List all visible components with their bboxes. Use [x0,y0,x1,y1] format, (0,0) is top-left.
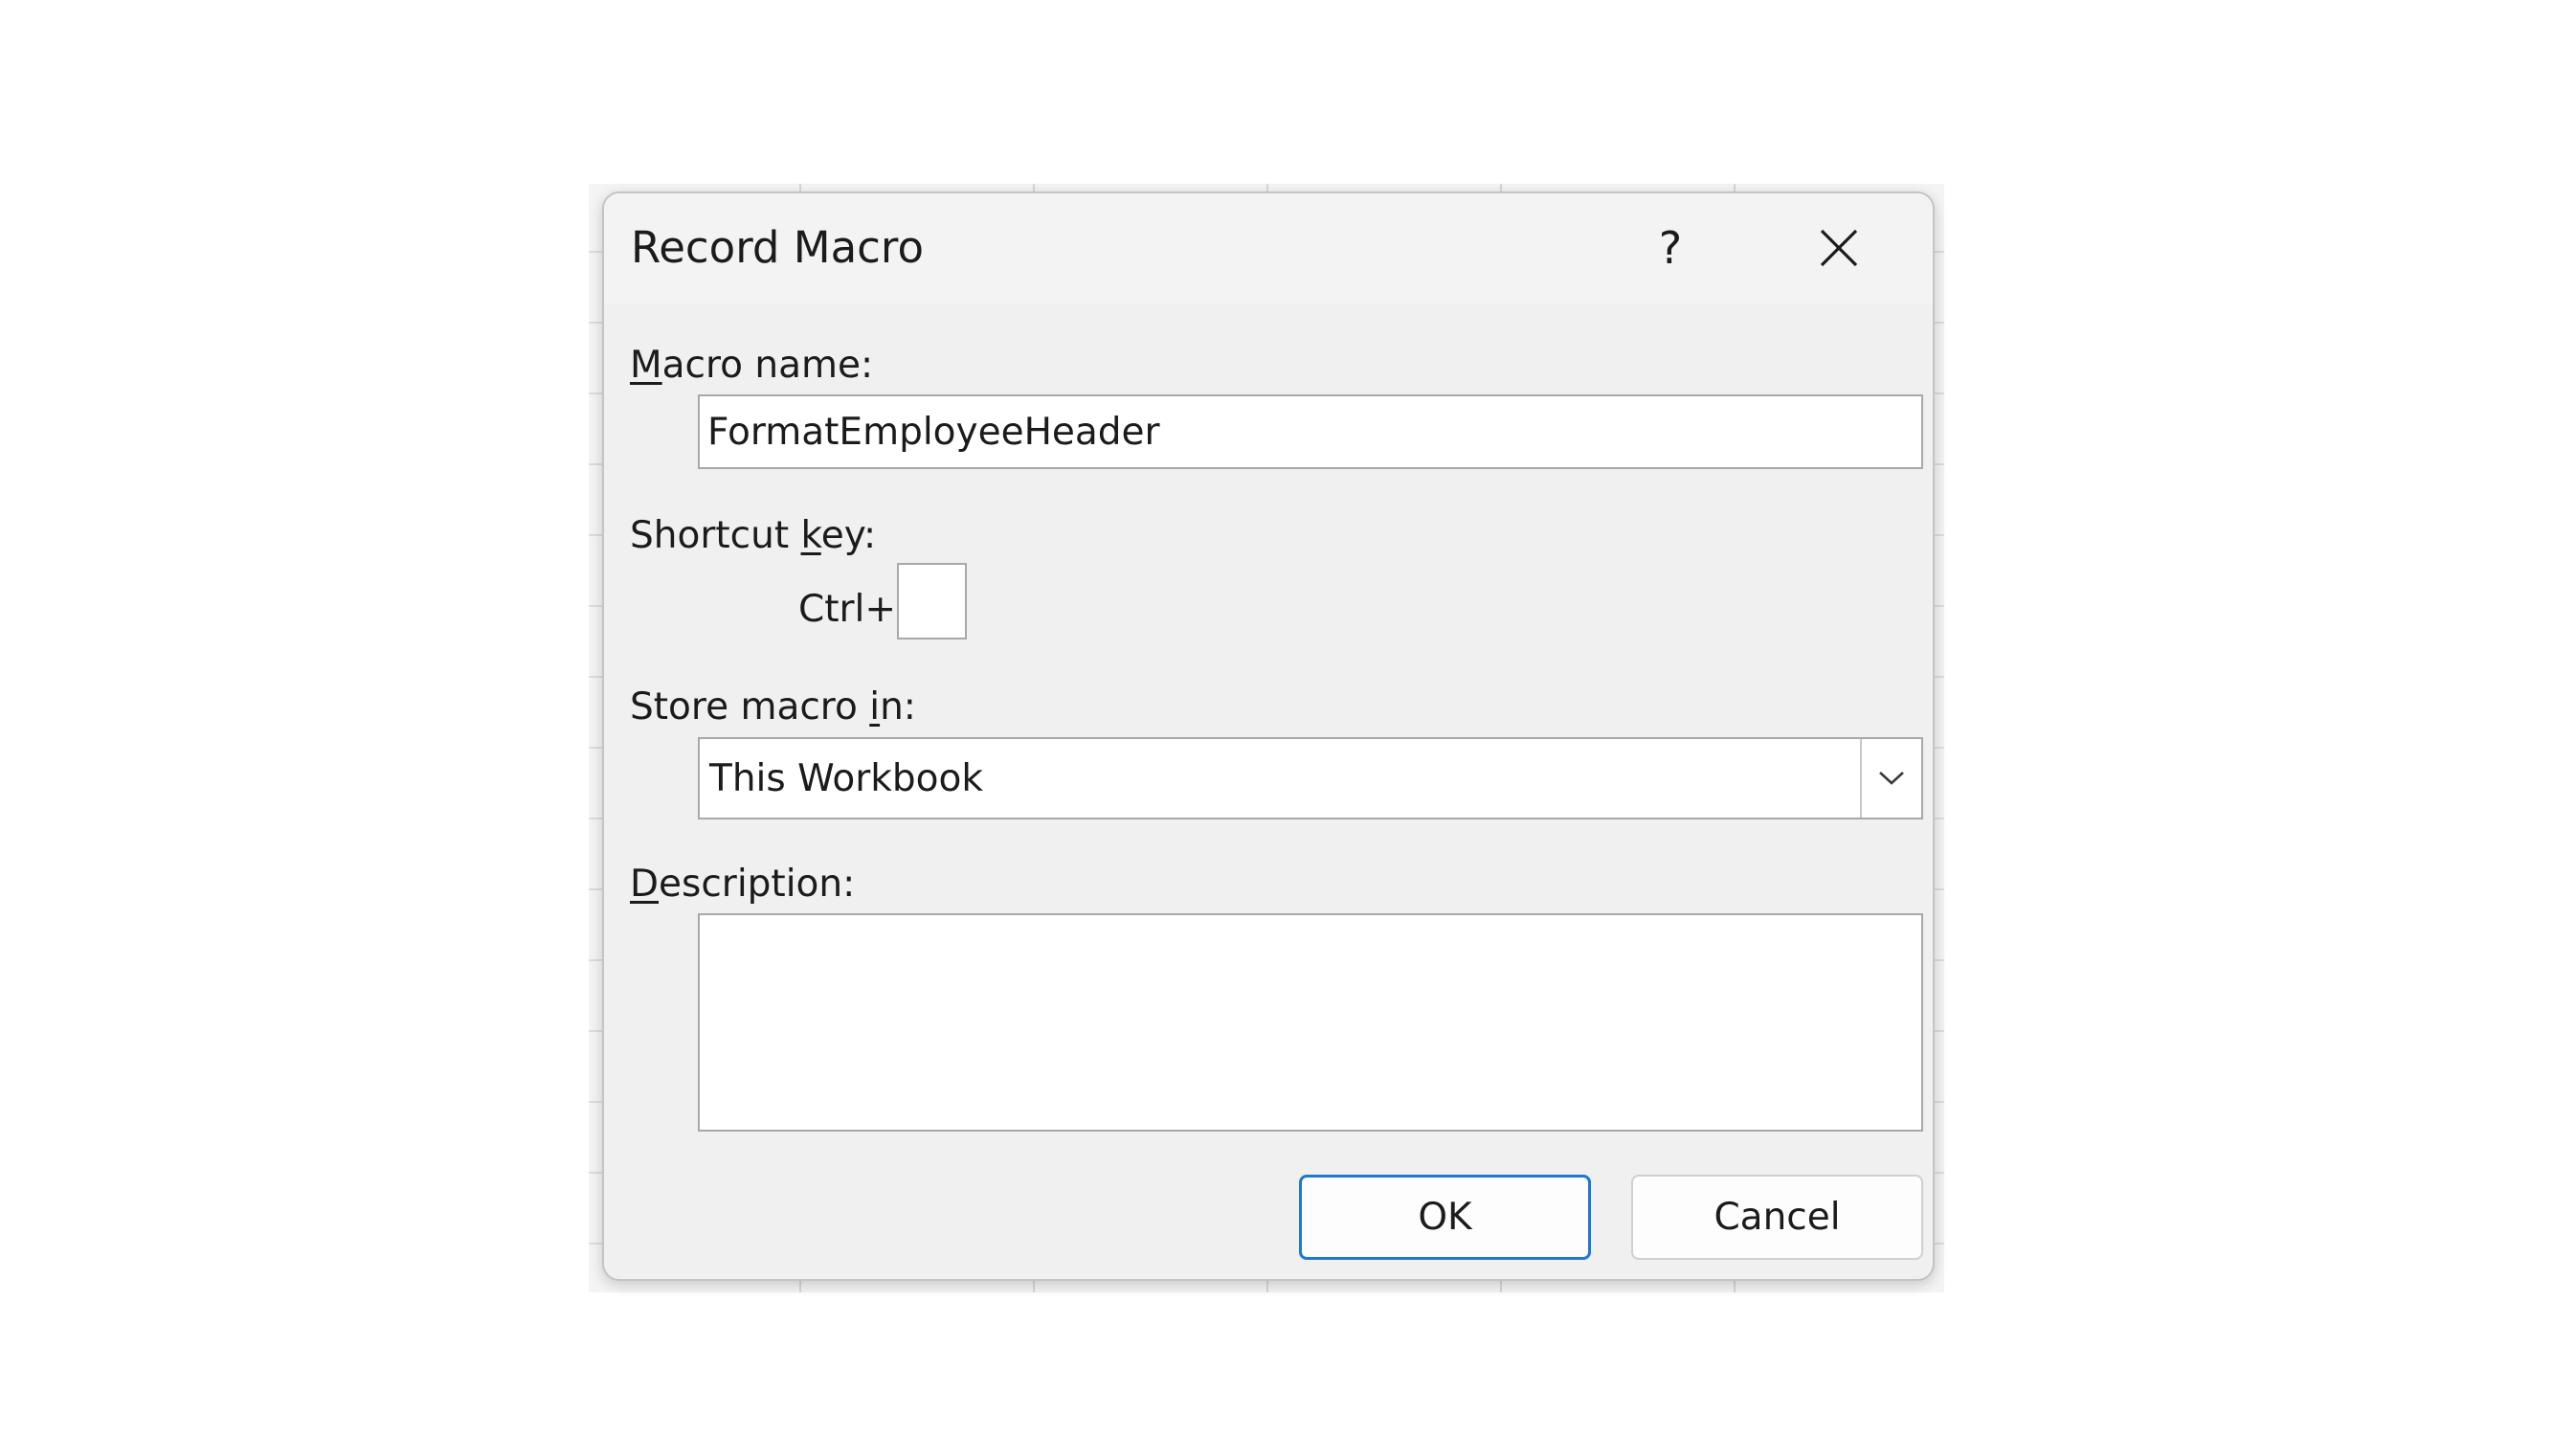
chevron-down-icon [1879,772,1904,785]
dropdown-arrow-button[interactable] [1860,739,1921,818]
shortcut-key-label: Shortcut key: [630,514,876,557]
shortcut-key-input[interactable] [897,563,967,639]
shortcut-key-label-accel: k [800,514,821,557]
dialog-titlebar: Record Macro ? [604,193,1933,304]
shortcut-key-label-pre: Shortcut [630,514,801,557]
description-label-accel: D [630,863,660,906]
cancel-button[interactable]: Cancel [1631,1175,1923,1260]
screen: Record Macro ? Macro name: FormatEmploye… [0,0,2576,1436]
description-input[interactable] [698,913,1923,1132]
record-macro-dialog: Record Macro ? Macro name: FormatEmploye… [602,191,1935,1281]
macro-name-value: FormatEmployeeHeader [707,410,1160,454]
help-button[interactable]: ? [1637,214,1704,281]
macro-name-label: Macro name: [630,344,873,387]
close-icon [1820,229,1858,267]
description-label-rest: escription: [659,863,856,906]
store-macro-label: Store macro in: [630,685,916,729]
store-macro-label-post: n: [880,685,916,729]
close-button[interactable] [1805,214,1872,281]
dialog-title: Record Macro [631,222,924,273]
macro-name-input[interactable]: FormatEmployeeHeader [698,394,1923,469]
macro-name-label-accel: M [630,344,662,387]
store-macro-label-pre: Store macro [630,685,870,729]
ok-button[interactable]: OK [1299,1175,1591,1260]
description-label: Description: [630,863,855,906]
ctrl-prefix-label: Ctrl+ [798,588,897,631]
store-macro-label-accel: i [869,685,881,729]
store-macro-dropdown[interactable]: This Workbook [698,737,1923,819]
macro-name-label-rest: acro name: [661,344,874,387]
shortcut-key-label-post: ey: [820,514,877,557]
store-macro-selected: This Workbook [709,756,983,800]
